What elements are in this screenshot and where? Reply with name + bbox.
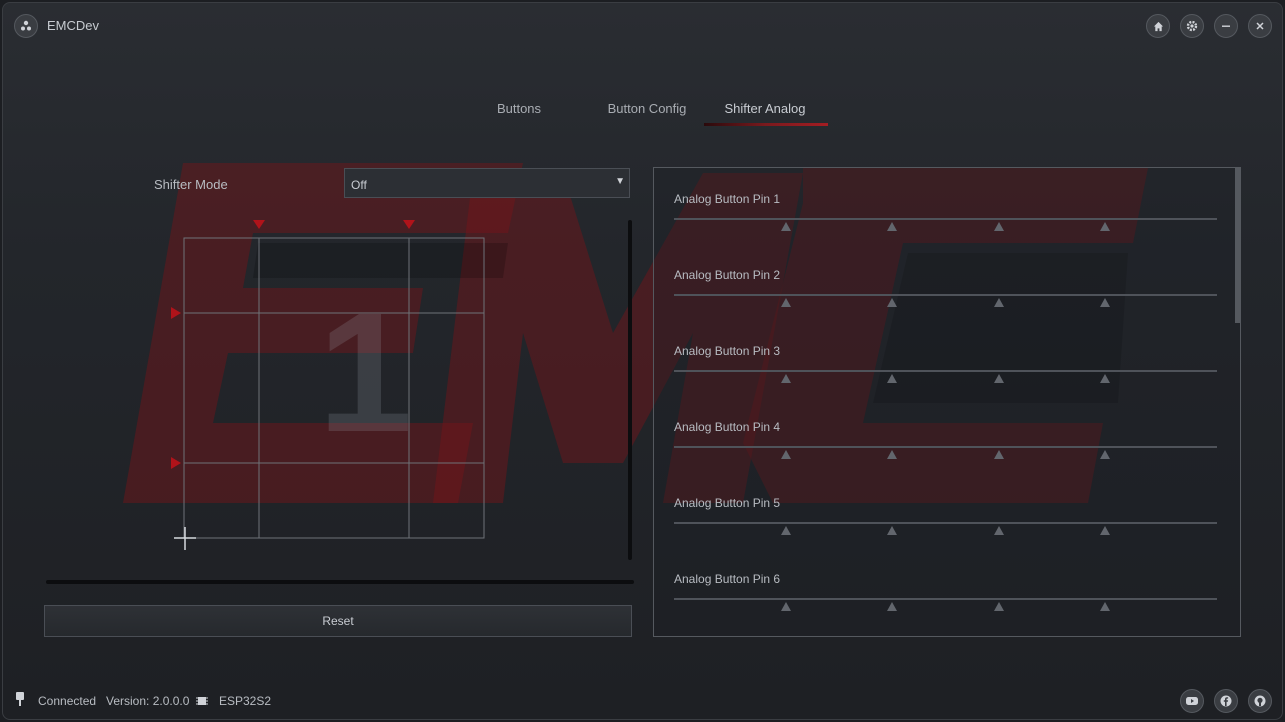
slider-handle[interactable] <box>1100 222 1110 231</box>
version-text: Version: 2.0.0.0 <box>106 694 190 708</box>
marker-top-1 <box>253 220 265 229</box>
slider-handle[interactable] <box>1100 298 1110 307</box>
tab-bar: Buttons Button Config Shifter Analog <box>3 95 1282 131</box>
analog-pin-label: Analog Button Pin 6 <box>674 572 781 586</box>
gear-icon[interactable] <box>1180 14 1204 38</box>
analog-pin-label: Analog Button Pin 2 <box>674 268 781 282</box>
slider-handle[interactable] <box>994 374 1004 383</box>
analog-pin-row-4: Analog Button Pin 4 <box>654 420 1234 496</box>
crosshair-cursor <box>174 527 196 550</box>
app-title: EMCDev <box>47 18 100 33</box>
analog-pin-row-2: Analog Button Pin 2 <box>654 268 1234 344</box>
slider-handle[interactable] <box>994 450 1004 459</box>
slider-handle[interactable] <box>887 526 897 535</box>
chevron-down-icon: ▼ <box>615 176 625 187</box>
horizontal-axis-bar <box>46 580 634 584</box>
analog-pin-row-1: Analog Button Pin 1 <box>654 192 1234 268</box>
app-window: EMCDev Buttons Button Config Shifter Ana… <box>2 2 1283 720</box>
analog-pin-row-6: Analog Button Pin 6 <box>654 572 1234 636</box>
vertical-axis-bar <box>628 220 632 560</box>
analog-pin-slider-track[interactable] <box>674 218 1217 220</box>
analog-pin-row-5: Analog Button Pin 5 <box>654 496 1234 572</box>
shifter-mode-select[interactable]: Off ▼ <box>344 168 630 198</box>
analog-pin-slider-track[interactable] <box>674 446 1217 448</box>
reset-button[interactable]: Reset <box>44 605 632 637</box>
analog-pin-label: Analog Button Pin 3 <box>674 344 781 358</box>
chip-icon <box>196 694 208 712</box>
home-icon[interactable] <box>1146 14 1170 38</box>
analog-pin-slider-track[interactable] <box>674 598 1217 600</box>
slider-handle[interactable] <box>994 526 1004 535</box>
slider-handle[interactable] <box>1100 374 1110 383</box>
analog-pin-label: Analog Button Pin 1 <box>674 192 781 206</box>
analog-pin-slider-track[interactable] <box>674 294 1217 296</box>
active-tab-indicator <box>704 123 828 126</box>
slider-handle[interactable] <box>887 374 897 383</box>
scrollbar[interactable] <box>1235 168 1240 323</box>
slider-handle[interactable] <box>887 222 897 231</box>
slider-handle[interactable] <box>994 222 1004 231</box>
slider-handle[interactable] <box>887 602 897 611</box>
close-icon[interactable] <box>1248 14 1272 38</box>
analog-pin-label: Analog Button Pin 4 <box>674 420 781 434</box>
tab-button-config[interactable]: Button Config <box>597 101 697 116</box>
slider-handle[interactable] <box>781 450 791 459</box>
slider-handle[interactable] <box>1100 602 1110 611</box>
analog-pin-label: Analog Button Pin 5 <box>674 496 781 510</box>
slider-handle[interactable] <box>781 526 791 535</box>
analog-button-panel: Analog Button Pin 1 Analog Button Pin 2 … <box>653 167 1241 637</box>
slider-handle[interactable] <box>1100 450 1110 459</box>
title-bar: EMCDev <box>3 3 1282 49</box>
chip-name: ESP32S2 <box>219 694 272 708</box>
marker-top-2 <box>403 220 415 229</box>
usb-icon <box>15 692 25 711</box>
tab-buttons[interactable]: Buttons <box>479 101 559 116</box>
minimize-icon[interactable] <box>1214 14 1238 38</box>
tab-shifter-analog[interactable]: Shifter Analog <box>715 101 815 116</box>
gear-display: 1 <box>318 278 413 468</box>
facebook-icon[interactable] <box>1214 689 1238 713</box>
marker-left-2 <box>171 457 181 469</box>
slider-handle[interactable] <box>994 602 1004 611</box>
slider-handle[interactable] <box>781 602 791 611</box>
marker-left-1 <box>171 307 181 319</box>
analog-pin-row-3: Analog Button Pin 3 <box>654 344 1234 420</box>
shifter-mode-value: Off <box>351 178 367 192</box>
slider-handle[interactable] <box>781 374 791 383</box>
analog-pin-slider-track[interactable] <box>674 522 1217 524</box>
connection-status: Connected <box>38 694 97 708</box>
github-icon[interactable] <box>1248 689 1272 713</box>
slider-handle[interactable] <box>781 298 791 307</box>
youtube-icon[interactable] <box>1180 689 1204 713</box>
slider-handle[interactable] <box>994 298 1004 307</box>
shifter-mode-label: Shifter Mode <box>154 177 228 192</box>
slider-handle[interactable] <box>1100 526 1110 535</box>
slider-handle[interactable] <box>781 222 791 231</box>
slider-handle[interactable] <box>887 298 897 307</box>
slider-handle[interactable] <box>887 450 897 459</box>
app-logo-icon <box>14 14 38 38</box>
analog-pin-slider-track[interactable] <box>674 370 1217 372</box>
status-bar: Connected Version: 2.0.0.0 ESP32S2 <box>3 683 1282 719</box>
